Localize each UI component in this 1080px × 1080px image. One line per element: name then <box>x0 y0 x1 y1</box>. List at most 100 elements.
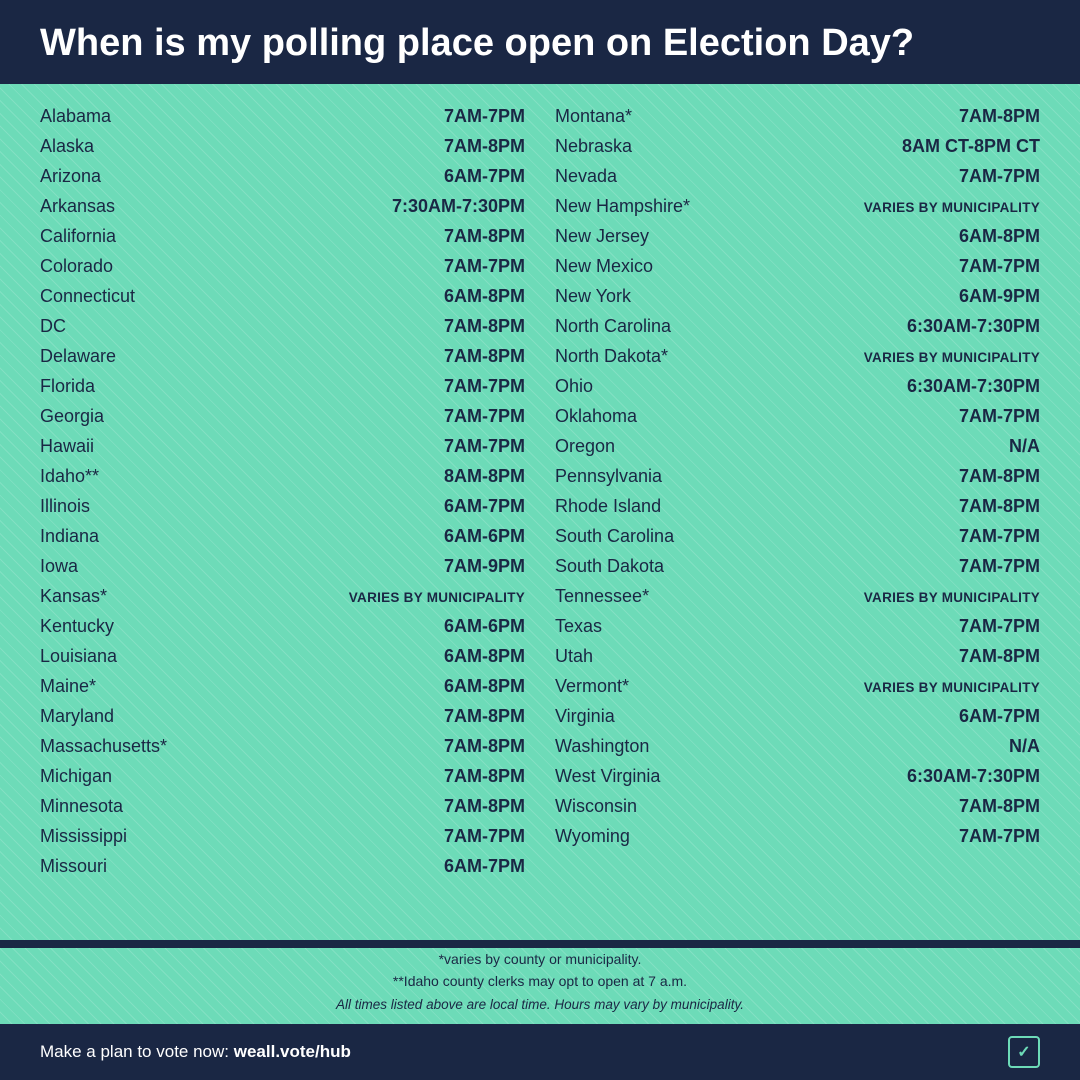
state-name: Hawaii <box>40 436 200 457</box>
table-row: Georgia 7AM-7PM <box>40 402 525 432</box>
state-name: Montana* <box>555 106 715 127</box>
table-row: California 7AM-8PM <box>40 222 525 252</box>
state-hours: 6:30AM-7:30PM <box>907 316 1040 337</box>
state-name: Illinois <box>40 496 200 517</box>
state-hours: 6AM-8PM <box>444 286 525 307</box>
state-hours: 7AM-8PM <box>444 226 525 247</box>
state-name: Washington <box>555 736 715 757</box>
footer-cta-label: Make a plan to vote now: <box>40 1042 234 1061</box>
page-wrapper: When is my polling place open on Electio… <box>0 0 1080 1080</box>
table-row: Texas7AM-7PM <box>555 612 1040 642</box>
state-hours: 6:30AM-7:30PM <box>907 766 1040 787</box>
table-row: New Hampshire* VARIES BY MUNICIPALITY <box>555 192 1040 222</box>
state-name: North Carolina <box>555 316 715 337</box>
header: When is my polling place open on Electio… <box>0 0 1080 84</box>
state-name: South Carolina <box>555 526 715 547</box>
table-row: Illinois6AM-7PM <box>40 492 525 522</box>
table-row: Missouri6AM-7PM <box>40 852 525 882</box>
footnote-3: All times listed above are local time. H… <box>40 994 1040 1016</box>
state-name: Wyoming <box>555 826 715 847</box>
state-hours: 8AM-8PM <box>444 466 525 487</box>
table-row: Rhode Island7AM-8PM <box>555 492 1040 522</box>
table-row: Wisconsin7AM-8PM <box>555 792 1040 822</box>
state-hours: 7AM-7PM <box>444 826 525 847</box>
state-name: Arkansas <box>40 196 200 217</box>
state-hours: 6AM-8PM <box>444 676 525 697</box>
state-name: Nebraska <box>555 136 715 157</box>
state-hours: 7AM-7PM <box>959 826 1040 847</box>
state-name: West Virginia <box>555 766 715 787</box>
table-row: Indiana6AM-6PM <box>40 522 525 552</box>
state-name: Nevada <box>555 166 715 187</box>
state-hours: 6AM-8PM <box>444 646 525 667</box>
footer-cta-link[interactable]: weall.vote/hub <box>234 1042 351 1061</box>
table-row: Vermont*VARIES BY MUNICIPALITY <box>555 672 1040 702</box>
state-hours: 6AM-7PM <box>959 706 1040 727</box>
state-name: New Hampshire* <box>555 196 715 217</box>
table-row: New York 6AM-9PM <box>555 282 1040 312</box>
table-row: New Jersey6AM-8PM <box>555 222 1040 252</box>
state-hours: 7AM-7PM <box>444 256 525 277</box>
state-hours: N/A <box>1009 736 1040 757</box>
table-row: Kansas* VARIES BY MUNICIPALITY <box>40 582 525 612</box>
state-hours: 7AM-7PM <box>444 436 525 457</box>
state-hours: 6AM-7PM <box>444 166 525 187</box>
state-hours: 6AM-9PM <box>959 286 1040 307</box>
table-row: Nevada7AM-7PM <box>555 162 1040 192</box>
table-row: Ohio6:30AM-7:30PM <box>555 372 1040 402</box>
table-row: Delaware7AM-8PM <box>40 342 525 372</box>
table-row: Hawaii 7AM-7PM <box>40 432 525 462</box>
state-hours: 7AM-8PM <box>444 796 525 817</box>
state-name: Georgia <box>40 406 200 427</box>
state-name: Indiana <box>40 526 200 547</box>
state-hours: 7AM-8PM <box>959 496 1040 517</box>
page-title: When is my polling place open on Electio… <box>40 22 1040 66</box>
table-row: Massachusetts*7AM-8PM <box>40 732 525 762</box>
table-row: Minnesota 7AM-8PM <box>40 792 525 822</box>
state-name: Kentucky <box>40 616 200 637</box>
state-name: Colorado <box>40 256 200 277</box>
table-row: Idaho**8AM-8PM <box>40 462 525 492</box>
state-hours: 7AM-8PM <box>444 766 525 787</box>
table-row: Arizona 6AM-7PM <box>40 162 525 192</box>
state-name: Texas <box>555 616 715 637</box>
state-hours: 7AM-8PM <box>959 796 1040 817</box>
state-name: Kansas* <box>40 586 200 607</box>
state-hours: VARIES BY MUNICIPALITY <box>864 200 1040 215</box>
state-name: Vermont* <box>555 676 715 697</box>
state-hours: VARIES BY MUNICIPALITY <box>349 590 525 605</box>
state-name: New Mexico <box>555 256 715 277</box>
footnotes: *varies by county or municipality. **Ida… <box>0 948 1080 1024</box>
table-row: Maryland7AM-8PM <box>40 702 525 732</box>
main-content: Alabama7AM-7PMAlaska7AM-8PMArizona6AM-7P… <box>0 84 1080 940</box>
state-hours: 7:30AM-7:30PM <box>392 196 525 217</box>
state-name: Arizona <box>40 166 200 187</box>
state-hours: 8AM CT-8PM CT <box>902 136 1040 157</box>
state-name: New York <box>555 286 715 307</box>
state-name: California <box>40 226 200 247</box>
state-hours: 7AM-8PM <box>444 136 525 157</box>
table-row: Utah7AM-8PM <box>555 642 1040 672</box>
state-hours: 7AM-7PM <box>444 106 525 127</box>
state-name: Michigan <box>40 766 200 787</box>
table-row: Mississippi7AM-7PM <box>40 822 525 852</box>
state-hours: 6AM-6PM <box>444 616 525 637</box>
state-name: DC <box>40 316 200 337</box>
state-hours: 7AM-7PM <box>959 406 1040 427</box>
table-row: Tennessee*VARIES BY MUNICIPALITY <box>555 582 1040 612</box>
state-name: Massachusetts* <box>40 736 200 757</box>
table-row: Alaska 7AM-8PM <box>40 132 525 162</box>
state-hours: 7AM-7PM <box>444 406 525 427</box>
table-row: North Dakota*VARIES BY MUNICIPALITY <box>555 342 1040 372</box>
table-row: Maine*6AM-8PM <box>40 672 525 702</box>
checkmark-icon: ✓ <box>1008 1036 1040 1068</box>
state-name: Minnesota <box>40 796 200 817</box>
table-row: South Carolina7AM-7PM <box>555 522 1040 552</box>
state-hours: 7AM-8PM <box>959 106 1040 127</box>
state-name: Florida <box>40 376 200 397</box>
state-name: Iowa <box>40 556 200 577</box>
state-name: Alaska <box>40 136 200 157</box>
table-row: Oklahoma7AM-7PM <box>555 402 1040 432</box>
state-hours: 7AM-8PM <box>444 316 525 337</box>
table-row: Kentucky 6AM-6PM <box>40 612 525 642</box>
